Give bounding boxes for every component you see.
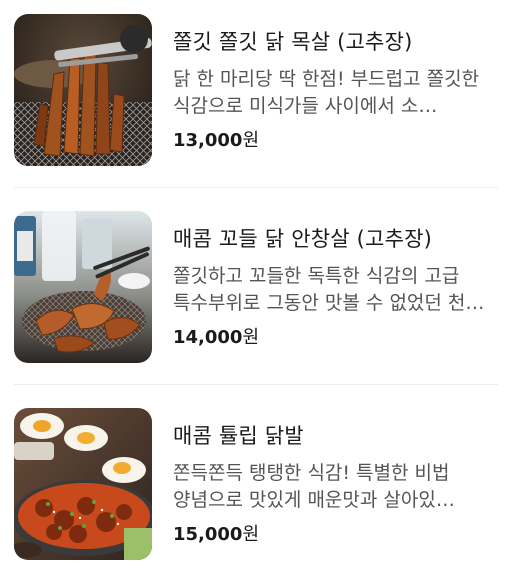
menu-item-title[interactable]: 쫄깃 쫄깃 닭 목살 (고추장) — [173, 26, 413, 56]
menu-item-description: 쫀득쫀득 탱탱한 식감! 특별한 비법 양념으로 맛있게 매운맛과 살아있… — [173, 462, 455, 511]
menu-item-description: 쫄깃하고 꼬들한 독특한 식감의 고급 특수부위로 그동안 맛볼 수 없었던 천… — [173, 265, 501, 314]
price-currency: 원 — [242, 327, 260, 348]
divider — [14, 187, 498, 188]
menu-item[interactable]: 매콤 꼬들 닭 안창살 (고추장) 쫄깃하고 꼬들한 독특한 식감의 고급 특수… — [14, 211, 501, 363]
price-currency: 원 — [242, 130, 260, 151]
menu-item-title[interactable]: 매콤 튤립 닭발 — [173, 420, 304, 450]
menu-item-price: 13,000원 — [173, 126, 259, 152]
menu-item-description: 닭 한 마리당 딱 한점! 부드럽고 쫄깃한 식감으로 미식가들 사이에서 소… — [173, 68, 480, 117]
menu-item-photo[interactable] — [14, 211, 152, 363]
price-currency: 원 — [242, 524, 260, 545]
menu-item-photo[interactable] — [14, 14, 152, 166]
menu-item-photo[interactable] — [14, 408, 152, 560]
menu-item[interactable]: 쫄깃 쫄깃 닭 목살 (고추장) 닭 한 마리당 딱 한점! 부드럽고 쫄깃한 … — [14, 14, 498, 166]
menu-item-price: 15,000원 — [173, 520, 259, 546]
menu-item-price: 14,000원 — [173, 323, 259, 349]
price-value: 13,000 — [173, 130, 243, 151]
menu-item[interactable]: 매콤 튤립 닭발 쫀득쫀득 탱탱한 식감! 특별한 비법 양념으로 맛있게 매운… — [14, 408, 498, 560]
price-value: 14,000 — [173, 327, 243, 348]
divider — [14, 384, 498, 385]
menu-item-title[interactable]: 매콤 꼬들 닭 안창살 (고추장) — [173, 223, 432, 253]
price-value: 15,000 — [173, 524, 243, 545]
